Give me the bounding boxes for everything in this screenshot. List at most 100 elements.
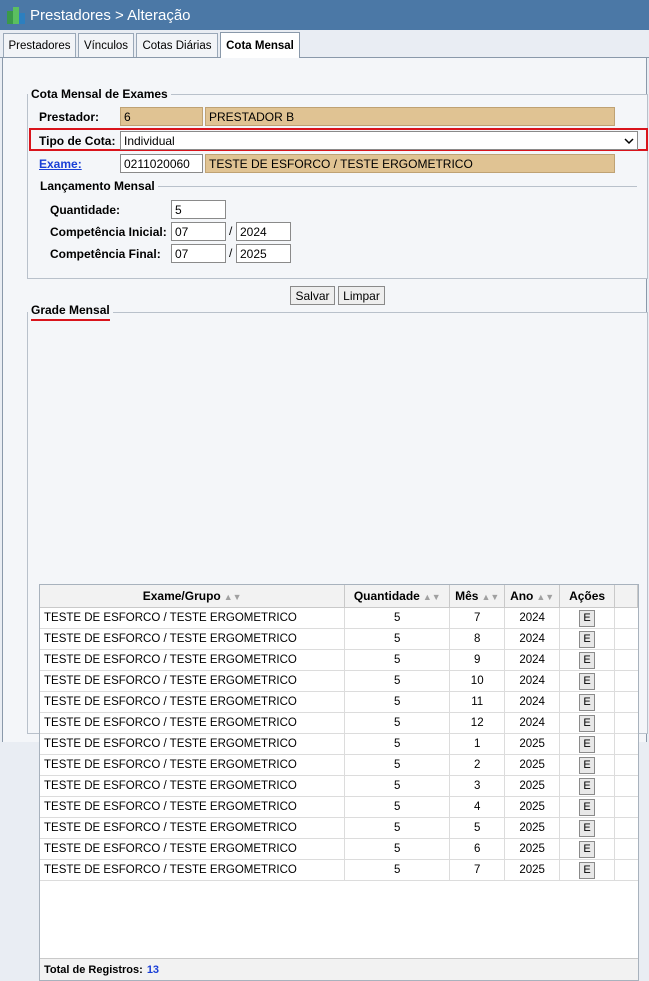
tab-prestadores[interactable]: Prestadores	[3, 33, 76, 57]
cell-filler	[614, 796, 638, 818]
col-exame-header[interactable]: Exame/Grupo ▲▼	[40, 585, 346, 608]
cell-acoes: E	[559, 712, 616, 734]
main-content: Cota Mensal de Exames Prestador: Tipo de…	[2, 58, 648, 981]
cell-quantidade: 5	[344, 712, 451, 734]
exame-code-input[interactable]	[120, 154, 203, 173]
col-settings-header[interactable]	[614, 585, 638, 608]
edit-button[interactable]: E	[579, 777, 596, 795]
grade-header-row: Exame/Grupo ▲▼ Quantidade ▲▼ Mês ▲▼ Ano ▲▼ A…	[40, 585, 638, 608]
cell-ano: 2025	[504, 733, 561, 755]
sort-arrows-icon[interactable]: ▲▼	[423, 592, 441, 602]
edit-button[interactable]: E	[579, 798, 596, 816]
edit-button[interactable]: E	[579, 735, 596, 753]
edit-button[interactable]: E	[579, 756, 596, 774]
table-row[interactable]: TESTE DE ESFORCO / TESTE ERGOMETRICO 5 11 2…	[40, 691, 638, 713]
cell-ano: 2025	[504, 859, 561, 881]
cell-quantidade: 5	[344, 607, 451, 629]
col-mes-title: Mês	[455, 589, 479, 603]
cell-exame: TESTE DE ESFORCO / TESTE ERGOMETRICO	[40, 628, 346, 650]
sort-arrows-icon[interactable]: ▲▼	[224, 592, 242, 602]
table-row[interactable]: TESTE DE ESFORCO / TESTE ERGOMETRICO 5 1 20…	[40, 733, 638, 755]
cell-ano: 2025	[504, 754, 561, 776]
grade-body: TESTE DE ESFORCO / TESTE ERGOMETRICO 5 7 20…	[40, 607, 638, 881]
tab-vinculos[interactable]: Vínculos	[78, 33, 134, 57]
table-row[interactable]: TESTE DE ESFORCO / TESTE ERGOMETRICO 5 8 20…	[40, 628, 638, 650]
cell-ano: 2025	[504, 838, 561, 860]
col-quantidade-header[interactable]: Quantidade ▲▼	[344, 585, 451, 608]
cell-acoes: E	[559, 628, 616, 650]
col-mes-header[interactable]: Mês ▲▼	[449, 585, 506, 608]
col-ano-header[interactable]: Ano ▲▼	[504, 585, 561, 608]
cell-ano: 2025	[504, 775, 561, 797]
tab-cotas-diarias[interactable]: Cotas Diárias	[136, 33, 218, 57]
competencia-final-ano-input[interactable]	[236, 244, 291, 263]
cell-mes: 8	[449, 628, 506, 650]
cell-acoes: E	[559, 796, 616, 818]
cell-filler	[614, 607, 638, 629]
grade-mensal-table: Exame/Grupo ▲▼ Quantidade ▲▼ Mês ▲▼ Ano ▲▼ A…	[39, 584, 639, 981]
cell-acoes: E	[559, 775, 616, 797]
table-row[interactable]: TESTE DE ESFORCO / TESTE ERGOMETRICO 5 9 20…	[40, 649, 638, 671]
cell-mes: 9	[449, 649, 506, 671]
cell-quantidade: 5	[344, 733, 451, 755]
table-row[interactable]: TESTE DE ESFORCO / TESTE ERGOMETRICO 5 4 20…	[40, 796, 638, 818]
cell-acoes: E	[559, 670, 616, 692]
table-row[interactable]: TESTE DE ESFORCO / TESTE ERGOMETRICO 5 5 20…	[40, 817, 638, 839]
competencia-final-mes-input[interactable]	[171, 244, 226, 263]
exame-link[interactable]: Exame:	[39, 157, 82, 171]
table-row[interactable]: TESTE DE ESFORCO / TESTE ERGOMETRICO 5 12 2…	[40, 712, 638, 734]
cell-filler	[614, 817, 638, 839]
sort-arrows-icon[interactable]: ▲▼	[481, 592, 499, 602]
edit-button[interactable]: E	[579, 672, 596, 690]
competencia-inicial-mes-input[interactable]	[171, 222, 226, 241]
competencia-inicial-ano-input[interactable]	[236, 222, 291, 241]
edit-button[interactable]: E	[579, 693, 596, 711]
edit-button[interactable]: E	[579, 819, 596, 837]
grade-mensal-legend-text: Grade Mensal	[31, 303, 110, 317]
cell-quantidade: 5	[344, 649, 451, 671]
tipo-cota-label: Tipo de Cota:	[39, 134, 116, 148]
edit-button[interactable]: E	[579, 861, 596, 879]
cell-mes: 7	[449, 859, 506, 881]
table-row[interactable]: TESTE DE ESFORCO / TESTE ERGOMETRICO 5 2 20…	[40, 754, 638, 776]
cell-mes: 11	[449, 691, 506, 713]
cell-quantidade: 5	[344, 628, 451, 650]
edit-button[interactable]: E	[579, 651, 596, 669]
window-titlebar: Prestadores > Alteração	[0, 0, 649, 30]
edit-button[interactable]: E	[579, 840, 596, 858]
cell-mes: 4	[449, 796, 506, 818]
quantidade-input[interactable]	[171, 200, 226, 219]
cell-exame: TESTE DE ESFORCO / TESTE ERGOMETRICO	[40, 670, 346, 692]
col-quantidade-title: Quantidade	[353, 589, 420, 603]
tab-cota-mensal[interactable]: Cota Mensal	[220, 32, 300, 58]
col-exame-title: Exame/Grupo	[142, 589, 221, 603]
window-title: Prestadores > Alteração	[30, 6, 191, 24]
tipo-cota-select[interactable]: Individual	[120, 131, 638, 150]
edit-button[interactable]: E	[579, 630, 596, 648]
cell-filler	[614, 733, 638, 755]
exame-name-field	[205, 154, 615, 173]
cell-mes: 3	[449, 775, 506, 797]
cell-ano: 2024	[504, 670, 561, 692]
cell-exame: TESTE DE ESFORCO / TESTE ERGOMETRICO	[40, 775, 346, 797]
grade-legend-underline	[31, 319, 110, 321]
cell-filler	[614, 712, 638, 734]
table-row[interactable]: TESTE DE ESFORCO / TESTE ERGOMETRICO 5 10 2…	[40, 670, 638, 692]
table-row[interactable]: TESTE DE ESFORCO / TESTE ERGOMETRICO 5 3 20…	[40, 775, 638, 797]
cell-quantidade: 5	[344, 838, 451, 860]
sort-arrows-icon[interactable]: ▲▼	[536, 592, 554, 602]
cota-mensal-legend: Cota Mensal de Exames	[31, 87, 168, 101]
tipo-cota-value: Individual	[124, 133, 175, 148]
grade-mensal-legend: Grade Mensal	[28, 303, 113, 321]
chevron-down-icon	[624, 137, 634, 144]
table-row[interactable]: TESTE DE ESFORCO / TESTE ERGOMETRICO 5 7 20…	[40, 859, 638, 881]
cell-acoes: E	[559, 607, 616, 629]
edit-button[interactable]: E	[579, 714, 596, 732]
table-row[interactable]: TESTE DE ESFORCO / TESTE ERGOMETRICO 5 7 20…	[40, 607, 638, 629]
cell-quantidade: 5	[344, 859, 451, 881]
competencia-inicial-slash: /	[229, 224, 233, 238]
table-row[interactable]: TESTE DE ESFORCO / TESTE ERGOMETRICO 5 6 20…	[40, 838, 638, 860]
competencia-inicial-label: Competência Inicial:	[50, 225, 167, 239]
edit-button[interactable]: E	[579, 609, 596, 627]
competencia-final-label: Competência Final:	[50, 247, 161, 261]
